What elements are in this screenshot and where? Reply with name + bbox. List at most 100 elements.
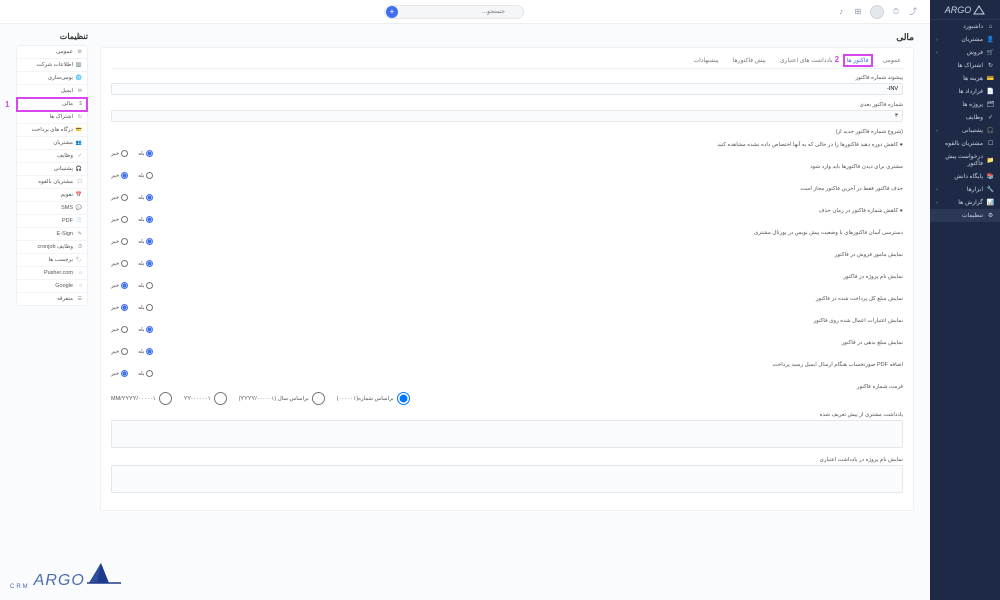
settings-item-5[interactable]: ↻اشتراک ها — [17, 111, 87, 124]
settings-item-icon: 🎧 — [76, 166, 82, 172]
settings-item-18[interactable]: ○Google — [17, 280, 87, 293]
tab-4[interactable]: پیشنهادات — [691, 56, 720, 65]
settings-item-icon: 🏢 — [76, 62, 82, 68]
settings-item-icon: ○ — [76, 270, 82, 276]
settings-item-icon: ☐ — [76, 179, 82, 185]
tab-0[interactable]: عمومی — [881, 56, 903, 65]
settings-item-2[interactable]: 🌐بومی‌سازی — [17, 72, 87, 85]
nav-item-4[interactable]: 💳هزینه ها — [930, 72, 1000, 85]
settings-item-16[interactable]: 🏷برچسب ها — [17, 254, 87, 267]
topbar: ⤴ ⏱ ⊞ ♪ + — [0, 0, 930, 24]
nav-icon: ⚙ — [987, 212, 994, 219]
tab-2[interactable]: یادداشت های اعتباری — [778, 56, 835, 65]
nav-item-6[interactable]: 🗂پروژه ها — [930, 98, 1000, 111]
main-sidebar: ARGO ⌂داشبورد👤مشتریان‹🛒فروش‹↻اشتراک ها💳ه… — [930, 0, 1000, 600]
search-plus-icon[interactable]: + — [386, 6, 398, 18]
nav-item-13[interactable]: 📊گزارش ها‹ — [930, 196, 1000, 209]
nav-icon: 👤 — [987, 36, 994, 43]
tab-1[interactable]: فاکتور ها2 — [845, 56, 871, 65]
nav-icon: 🗂 — [987, 101, 994, 108]
settings-item-icon: ⚙ — [76, 49, 82, 55]
predefined-note-input[interactable] — [111, 420, 903, 448]
nav-item-10[interactable]: 📁درخواست پیش فاکتور — [930, 150, 1000, 170]
next-num-input[interactable] — [111, 110, 903, 122]
nav-item-9[interactable]: ☐مشتریان بالقوه — [930, 137, 1000, 150]
require-login-label: مشتری برای دیدن فاکتورها باید وارد شود — [111, 164, 903, 170]
settings-item-icon: 💳 — [76, 127, 82, 133]
settings-item-7[interactable]: 👥مشتریان — [17, 137, 87, 150]
nav-item-11[interactable]: 📚پایگاه دانش — [930, 170, 1000, 183]
settings-item-6[interactable]: 💳درگاه های پرداخت — [17, 124, 87, 137]
show-draft-label: دسترسی آسان فاکتورهای با وضعیت پیش نویس … — [111, 230, 903, 236]
bell-icon[interactable]: ♪ — [836, 7, 846, 17]
prefix-label: پیشوند شماره فاکتور — [111, 75, 903, 81]
nav-item-1[interactable]: 👤مشتریان‹ — [930, 33, 1000, 46]
settings-item-icon: 💬 — [76, 205, 82, 211]
settings-item-icon: 👥 — [76, 140, 82, 146]
delete-last-label: حذف فاکتور فقط در آخرین فاکتور مجاز است — [111, 186, 903, 192]
clock-icon[interactable]: ⏱ — [891, 7, 901, 17]
settings-item-11[interactable]: 📅تقویم — [17, 189, 87, 202]
nav-item-8[interactable]: 🎧پشتیبانی‹ — [930, 124, 1000, 137]
show-agent-label: نمایش مامور فروش در فاکتور — [111, 252, 903, 258]
predefined-note-label: یادداشت مشتری از پیش تعریف شده — [111, 412, 903, 418]
decrement-radios: بله خیر — [111, 150, 903, 157]
panel-title: مالی — [100, 32, 914, 43]
search-input[interactable] — [384, 5, 524, 19]
settings-item-17[interactable]: ○Pusher.com — [17, 267, 87, 280]
settings-item-icon: ✎ — [76, 231, 82, 237]
settings-item-13[interactable]: 📄PDF — [17, 215, 87, 228]
nav-item-12[interactable]: 🔧ابزارها‹ — [930, 183, 1000, 196]
annotation-num: 1 — [5, 100, 9, 109]
settings-sidebar: تنظیمات ⚙عمومی🏢اطلاعات شرکت🌐بومی‌سازی✉ای… — [16, 32, 88, 592]
nav-item-3[interactable]: ↻اشتراک ها — [930, 59, 1000, 72]
settings-item-12[interactable]: 💬SMS — [17, 202, 87, 215]
chevron-icon: ‹ — [936, 37, 938, 43]
nav-icon: 🔧 — [987, 186, 994, 193]
nav-icon: ☐ — [987, 140, 994, 147]
avatar[interactable] — [870, 5, 884, 19]
pdf-attach-label: اضافه PDF صورتحساب هنگام ارسال ایمیل رسی… — [111, 362, 903, 368]
nav-item-2[interactable]: 🛒فروش‹ — [930, 46, 1000, 59]
nav-item-0[interactable]: ⌂داشبورد — [930, 20, 1000, 33]
settings-item-0[interactable]: ⚙عمومی — [17, 46, 87, 59]
show-credits-label: نمایش اعتبارات اعمال شده روی فاکتور — [111, 318, 903, 324]
chevron-icon: ‹ — [936, 200, 938, 206]
format-radios: براساس شماره(۰۰۰۰۰۱) براساس سال (YYYY/۰۰… — [111, 392, 903, 405]
show-project-label: نمایش نام پروژه در فاکتور — [111, 274, 903, 280]
settings-item-icon: 📄 — [76, 218, 82, 224]
show-balance-label: نمایش مبلغ بدهی در فاکتور — [111, 340, 903, 346]
grid-icon[interactable]: ⊞ — [853, 7, 863, 17]
chevron-icon: ‹ — [936, 128, 938, 134]
settings-item-14[interactable]: ✎E-Sign — [17, 228, 87, 241]
settings-item-icon: 🌐 — [76, 75, 82, 81]
share-icon[interactable]: ⤴ — [908, 7, 918, 17]
nav-icon: ⌂ — [987, 23, 994, 30]
decrement-label: ● کاهش دوره دهید فاکتورها زا در حالی که … — [111, 142, 903, 148]
nav-icon: ✓ — [987, 114, 994, 121]
annotation-num: 2 — [835, 55, 839, 64]
predefined-terms-input[interactable] — [111, 465, 903, 493]
nav-item-14[interactable]: ⚙تنظیمات — [930, 209, 1000, 222]
settings-item-9[interactable]: 🎧پشتیبانی — [17, 163, 87, 176]
prefix-input[interactable] — [111, 83, 903, 95]
chevron-icon: ‹ — [936, 50, 938, 56]
settings-item-icon: ☰ — [76, 296, 82, 302]
chevron-icon: ‹ — [936, 187, 938, 193]
settings-item-10[interactable]: ☐مشتریان بالقوه — [17, 176, 87, 189]
nav-icon: 🛒 — [987, 49, 994, 56]
settings-item-icon: ✉ — [76, 88, 82, 94]
nav-icon: 📁 — [987, 157, 994, 164]
settings-item-4[interactable]: $مالی1 — [17, 98, 87, 111]
nav-item-5[interactable]: 📄قرارداد ها — [930, 85, 1000, 98]
settings-item-19[interactable]: ☰متفرقه — [17, 293, 87, 305]
settings-item-15[interactable]: ⏱وظایف cronjob — [17, 241, 87, 254]
settings-item-1[interactable]: 🏢اطلاعات شرکت — [17, 59, 87, 72]
tab-3[interactable]: پیش فاکتورها — [731, 56, 768, 65]
settings-item-icon: ○ — [76, 283, 82, 289]
settings-item-8[interactable]: ✓وظایف — [17, 150, 87, 163]
nav-item-7[interactable]: ✓وظایف — [930, 111, 1000, 124]
settings-item-3[interactable]: ✉ایمیل — [17, 85, 87, 98]
nav-icon: 📊 — [987, 199, 994, 206]
next-num-hint: (شروع شماره فاکتور جدید از) — [111, 129, 903, 135]
